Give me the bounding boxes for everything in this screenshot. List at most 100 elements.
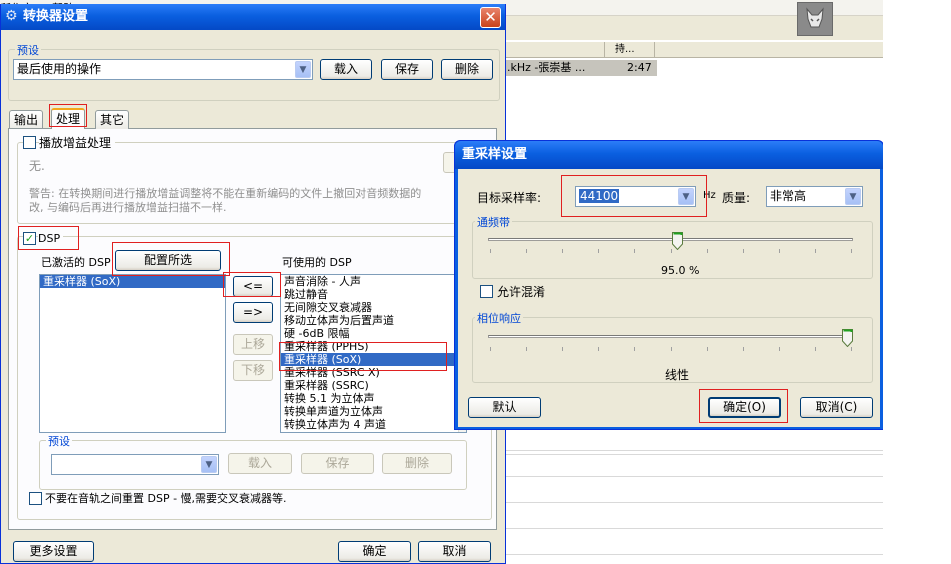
dsp-preset-select[interactable]: ▼	[51, 454, 219, 475]
playlist-row-duration: 2:47	[627, 61, 652, 74]
slider-tick	[851, 347, 852, 351]
chevron-down-icon[interactable]: ▼	[678, 188, 694, 205]
quality-select[interactable]: 非常高 ▼	[766, 186, 863, 207]
playlist-row-title: .kHz -張崇基 ...	[507, 61, 586, 74]
slider-tick	[707, 347, 708, 351]
passband-slider-thumb[interactable]	[672, 232, 684, 251]
slider-tick	[671, 347, 672, 351]
target-rate-value[interactable]: 44100	[579, 189, 620, 203]
passband-slider-track[interactable]	[488, 238, 853, 241]
more-settings-button[interactable]: 更多设置	[13, 541, 94, 562]
active-dsp-list[interactable]: 重采样器 (SoX)	[39, 274, 226, 433]
quality-value: 非常高	[770, 189, 807, 203]
slider-tick	[779, 347, 780, 351]
available-dsp-item[interactable]: 重采样器 (SSRC X)	[281, 366, 466, 379]
preset-select-value: 最后使用的操作	[17, 62, 102, 76]
tab-processing[interactable]: 处理	[51, 108, 86, 129]
active-dsp-item[interactable]: 重采样器 (SoX)	[40, 275, 225, 288]
slider-tick	[634, 347, 635, 351]
converter-dialog-titlebar[interactable]: ⚙ 转换器设置 ✕	[1, 4, 505, 30]
resample-dialog-titlebar[interactable]: 重采样设置	[455, 141, 883, 169]
chevron-down-icon[interactable]: ▼	[295, 61, 311, 78]
available-dsp-label: 可使用的 DSP	[282, 256, 352, 269]
resample-settings-dialog: 重采样设置 目标采样率: 44100 ▼ Hz 质量: 非常高 ▼ 通频带 95…	[454, 140, 884, 430]
ok-button[interactable]: 确定	[338, 541, 411, 562]
slider-tick	[815, 347, 816, 351]
target-rate-combo[interactable]: 44100 ▼	[575, 186, 696, 207]
close-button[interactable]: ✕	[480, 7, 501, 28]
converter-settings-dialog: ⚙ 转换器设置 ✕ 预设 最后使用的操作 ▼ 载入 保存 删除 输出 处理 其它…	[0, 4, 506, 564]
cancel-button[interactable]: 取消	[418, 541, 491, 562]
target-rate-label: 目标采样率:	[477, 191, 542, 205]
column-header-duration[interactable]: 持...	[615, 42, 635, 58]
available-dsp-item[interactable]: 声音消除 - 人声	[281, 275, 466, 288]
resample-ok-button[interactable]: 确定(O)	[708, 397, 781, 418]
available-dsp-item[interactable]: 转换立体声为 4 声道	[281, 418, 466, 431]
remove-dsp-button[interactable]: =>	[233, 302, 273, 323]
available-dsp-item[interactable]: 移动立体声为后置声道	[281, 314, 466, 327]
passband-value: 95.0 %	[661, 264, 700, 277]
slider-tick	[743, 249, 744, 253]
slider-tick	[526, 249, 527, 253]
background-lower-panel	[505, 432, 883, 564]
preset-group-label: 预设	[15, 42, 41, 58]
slider-tick	[562, 347, 563, 351]
available-dsp-item[interactable]: 转换 5.1 为立体声	[281, 392, 466, 405]
foobar-logo-icon[interactable]	[797, 2, 833, 36]
converter-dialog-title: 转换器设置	[23, 9, 89, 24]
available-dsp-item[interactable]: 跳过静音	[281, 288, 466, 301]
background-column-header	[505, 42, 883, 58]
available-dsp-item[interactable]: 无间隙交叉衰减器	[281, 301, 466, 314]
available-dsp-item[interactable]: 转换单声道为立体声	[281, 405, 466, 418]
slider-tick	[598, 249, 599, 253]
preset-load-button[interactable]: 载入	[320, 59, 372, 80]
available-dsp-item[interactable]: 重采样器 (SSRC)	[281, 379, 466, 392]
available-dsp-item[interactable]: 重采样器 (PPHS)	[281, 340, 466, 353]
dsp-preset-load-button[interactable]: 载入	[228, 453, 292, 474]
gear-icon: ⚙	[5, 8, 18, 24]
available-dsp-item[interactable]: 重采样器 (SoX)	[281, 353, 466, 366]
replaygain-value: 无.	[29, 159, 45, 173]
move-down-button[interactable]: 下移	[233, 360, 273, 381]
close-icon: ✕	[484, 8, 497, 26]
resample-cancel-button[interactable]: 取消(C)	[800, 397, 873, 418]
tab-other[interactable]: 其它	[95, 110, 130, 129]
slider-tick	[707, 249, 708, 253]
replaygain-warning-line2: 改, 与编码后再进行播放增益扫描不一样.	[29, 201, 227, 214]
slider-tick	[490, 249, 491, 253]
preset-save-button[interactable]: 保存	[381, 59, 433, 80]
add-dsp-button[interactable]: <=	[233, 276, 273, 297]
preset-select[interactable]: 最后使用的操作 ▼	[13, 59, 313, 80]
resample-dialog-title: 重采样设置	[462, 147, 528, 162]
default-button[interactable]: 默认	[468, 397, 541, 418]
available-dsp-item[interactable]: 硬 -6dB 限幅	[281, 327, 466, 340]
chevron-down-icon[interactable]: ▼	[845, 188, 861, 205]
available-dsp-list[interactable]: 声音消除 - 人声 跳过静音 无间隙交叉衰减器 移动立体声为后置声道硬 -6dB 限幅…	[280, 274, 467, 433]
tab-output[interactable]: 输出	[9, 110, 44, 129]
slider-tick	[634, 249, 635, 253]
move-up-button[interactable]: 上移	[233, 334, 273, 355]
dsp-label: DSP	[38, 232, 64, 245]
slider-tick	[598, 347, 599, 351]
slider-tick	[779, 249, 780, 253]
desktop-background	[883, 0, 951, 564]
phase-value: 线性	[665, 368, 690, 382]
configure-selected-button[interactable]: 配置所选	[115, 250, 221, 271]
slider-tick	[815, 249, 816, 253]
resample-dialog-body: 目标采样率: 44100 ▼ Hz 质量: 非常高 ▼ 通频带 95.0 % 允…	[458, 169, 880, 427]
no-reset-dsp-checkbox[interactable]	[29, 492, 42, 505]
allow-aliasing-checkbox[interactable]	[480, 285, 493, 298]
phase-slider-track[interactable]	[488, 335, 853, 338]
replaygain-checkbox[interactable]	[23, 136, 36, 149]
preset-delete-button[interactable]: 删除	[441, 59, 493, 80]
chevron-down-icon[interactable]: ▼	[201, 456, 217, 473]
hz-label: Hz	[703, 190, 716, 201]
slider-tick	[851, 249, 852, 253]
dsp-checkbox[interactable]: ✓	[23, 232, 36, 245]
dsp-preset-label: 预设	[46, 433, 72, 449]
slider-tick	[490, 347, 491, 351]
no-reset-dsp-label: 不要在音轨之间重置 DSP - 慢,需要交叉衰减器等.	[45, 492, 287, 505]
dsp-preset-delete-button[interactable]: 删除	[382, 453, 452, 474]
phase-slider-thumb[interactable]	[842, 329, 853, 348]
dsp-preset-save-button[interactable]: 保存	[301, 453, 374, 474]
